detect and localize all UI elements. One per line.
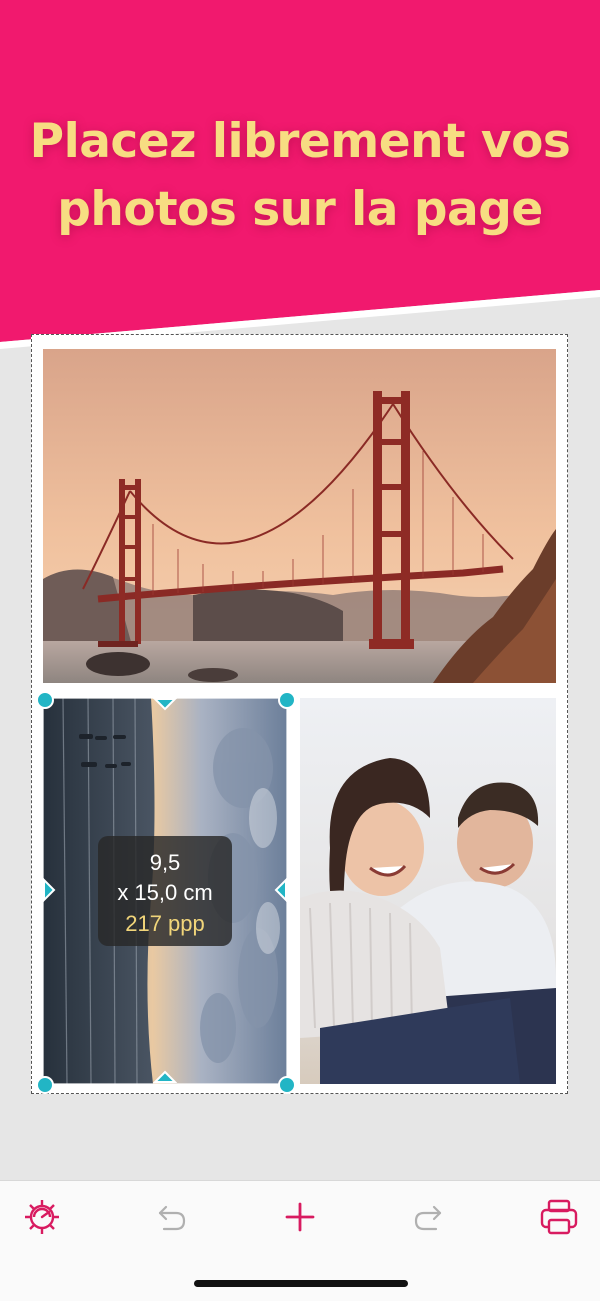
photo-golden-gate-bridge[interactable] bbox=[43, 349, 556, 683]
resize-handle-top-right[interactable] bbox=[278, 691, 296, 709]
redo-button[interactable] bbox=[406, 1195, 450, 1239]
resize-handle-bottom-right[interactable] bbox=[278, 1076, 296, 1094]
size-width: 9,5 bbox=[149, 850, 181, 875]
undo-icon bbox=[158, 1205, 186, 1231]
photo-size-tooltip: 9,5 x 15,0 cm 217 ppp bbox=[98, 836, 232, 946]
photo-laughing-couple[interactable] bbox=[300, 698, 556, 1084]
banner-title: Placez librement vos photos sur la page bbox=[0, 108, 600, 244]
home-indicator[interactable] bbox=[194, 1280, 408, 1287]
settings-button[interactable] bbox=[20, 1195, 64, 1239]
resize-handle-bottom[interactable] bbox=[153, 1070, 177, 1084]
resize-handle-right[interactable] bbox=[274, 878, 288, 902]
resize-handle-left[interactable] bbox=[42, 878, 56, 902]
resize-handle-bottom-left[interactable] bbox=[36, 1076, 54, 1094]
redo-icon bbox=[414, 1205, 442, 1231]
settings-icon bbox=[25, 1200, 59, 1234]
banner-title-line-2: photos sur la page bbox=[57, 182, 543, 237]
resize-handle-top-left[interactable] bbox=[36, 691, 54, 709]
size-resolution: 217 ppp bbox=[125, 911, 205, 936]
print-button[interactable] bbox=[537, 1195, 581, 1239]
add-button[interactable] bbox=[278, 1195, 322, 1239]
size-height: x 15,0 cm bbox=[117, 880, 213, 905]
print-icon bbox=[540, 1199, 578, 1235]
undo-button[interactable] bbox=[150, 1195, 194, 1239]
banner-title-line-1: Placez librement vos bbox=[29, 114, 571, 169]
header-banner: Placez librement vos photos sur la page bbox=[0, 0, 600, 360]
resize-handle-top[interactable] bbox=[153, 697, 177, 711]
add-icon bbox=[285, 1202, 315, 1232]
